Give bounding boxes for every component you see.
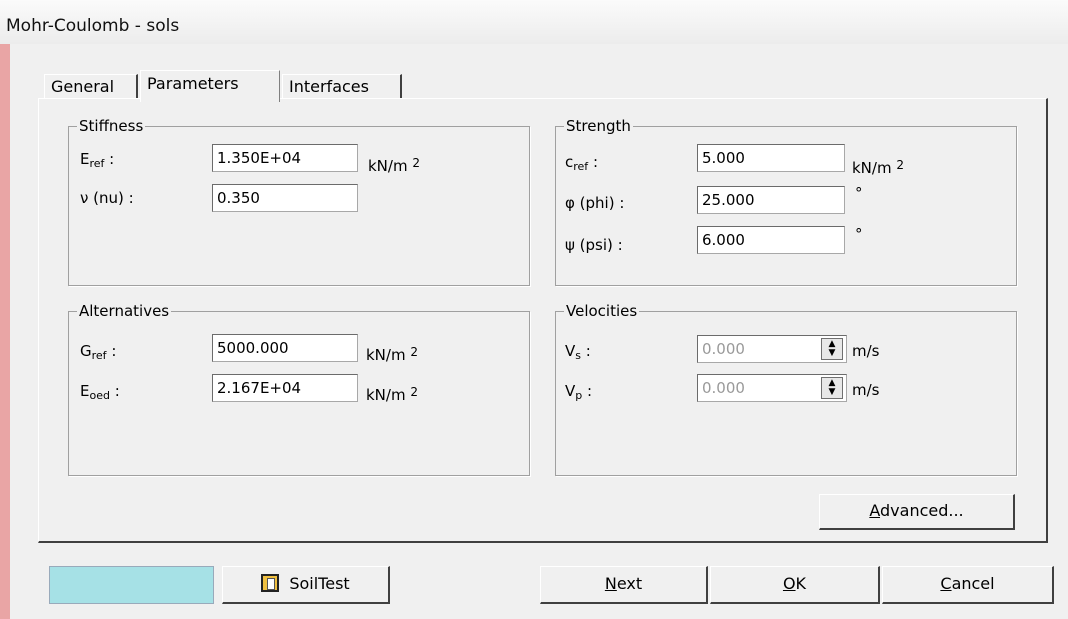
next-button[interactable]: Next — [540, 566, 708, 604]
eref-unit: kN/m 2 — [368, 156, 420, 175]
cref-unit: kN/m 2 — [852, 158, 904, 177]
title-bar: Mohr-Coulomb - sols — [0, 0, 1068, 45]
vp-unit: m/s — [852, 381, 880, 399]
cref-label: cref : — [565, 153, 598, 173]
tab-interfaces[interactable]: Interfaces — [282, 74, 402, 100]
nu-label: ν (nu) : — [80, 189, 134, 207]
background-window-strip — [0, 44, 10, 619]
vs-spinner-icon[interactable]: ▲ ▼ — [821, 338, 843, 360]
eref-input[interactable] — [212, 144, 358, 172]
cref-input[interactable] — [697, 144, 845, 172]
material-color-swatch[interactable] — [49, 566, 214, 604]
eoed-unit: kN/m 2 — [366, 385, 418, 404]
eref-label: Eref : — [80, 150, 115, 170]
phi-label: φ (phi) : — [565, 194, 625, 212]
tab-parameters[interactable]: Parameters — [140, 70, 280, 102]
vp-spinner-icon[interactable]: ▲ ▼ — [821, 377, 843, 399]
gref-unit: kN/m 2 — [366, 345, 418, 364]
window-title: Mohr-Coulomb - sols — [6, 16, 180, 36]
vp-label: Vp : — [565, 382, 593, 402]
psi-label: ψ (psi) : — [565, 236, 623, 254]
soiltest-icon — [261, 574, 280, 592]
gref-input[interactable] — [212, 334, 358, 362]
phi-input[interactable] — [697, 186, 845, 214]
psi-unit: ° — [855, 225, 863, 243]
tab-general[interactable]: General — [44, 74, 138, 100]
phi-unit: ° — [855, 184, 863, 202]
gref-label: Gref : — [80, 342, 117, 362]
eoed-input[interactable] — [212, 374, 358, 402]
advanced-button[interactable]: Advanced... — [819, 494, 1015, 530]
strength-group-title: Strength — [564, 117, 633, 135]
eoed-label: Eoed : — [80, 382, 120, 402]
vs-unit: m/s — [852, 342, 880, 360]
velocities-group-title: Velocities — [564, 302, 640, 320]
soiltest-button[interactable]: SoilTest — [222, 566, 390, 604]
vs-label: Vs : — [565, 342, 591, 362]
nu-input[interactable] — [212, 184, 358, 212]
stiffness-group-title: Stiffness — [77, 117, 146, 135]
ok-button[interactable]: OK — [710, 566, 880, 604]
psi-input[interactable] — [697, 226, 845, 254]
cancel-button[interactable]: Cancel — [882, 566, 1054, 604]
alternatives-group-title: Alternatives — [77, 302, 172, 320]
